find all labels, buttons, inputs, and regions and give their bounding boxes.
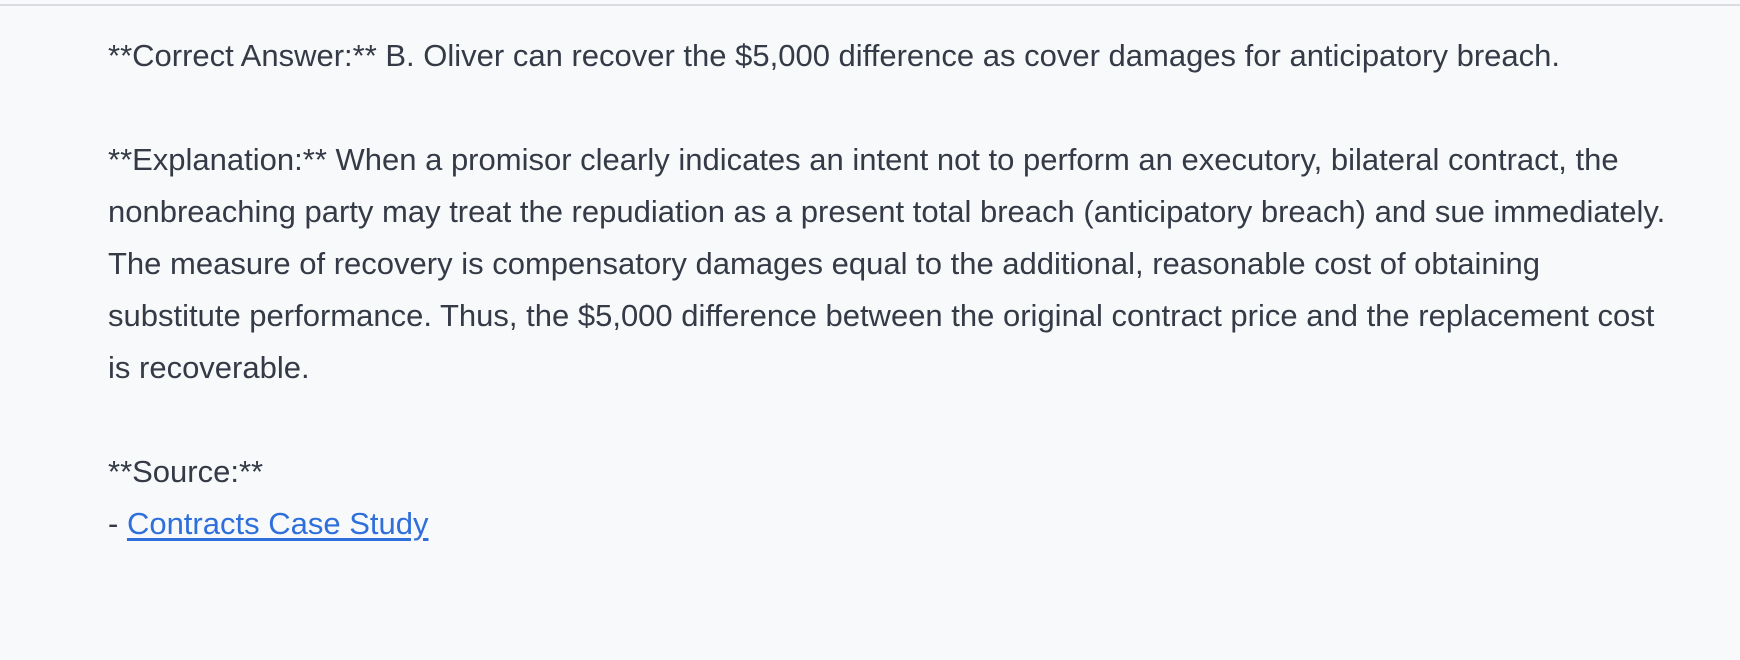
- source-item: - Contracts Case Study: [108, 498, 1668, 550]
- explanation-paragraph: **Explanation:** When a promisor clearly…: [108, 142, 1666, 385]
- source-heading: **Source:**: [108, 454, 264, 489]
- source-section: **Source:** - Contracts Case Study: [108, 446, 1668, 550]
- source-link[interactable]: Contracts Case Study: [127, 506, 429, 541]
- top-divider: [0, 4, 1740, 6]
- message-content: **Correct Answer:** B. Oliver can recove…: [108, 30, 1668, 550]
- source-bullet: -: [108, 506, 127, 541]
- correct-answer-paragraph: **Correct Answer:** B. Oliver can recove…: [108, 38, 1560, 73]
